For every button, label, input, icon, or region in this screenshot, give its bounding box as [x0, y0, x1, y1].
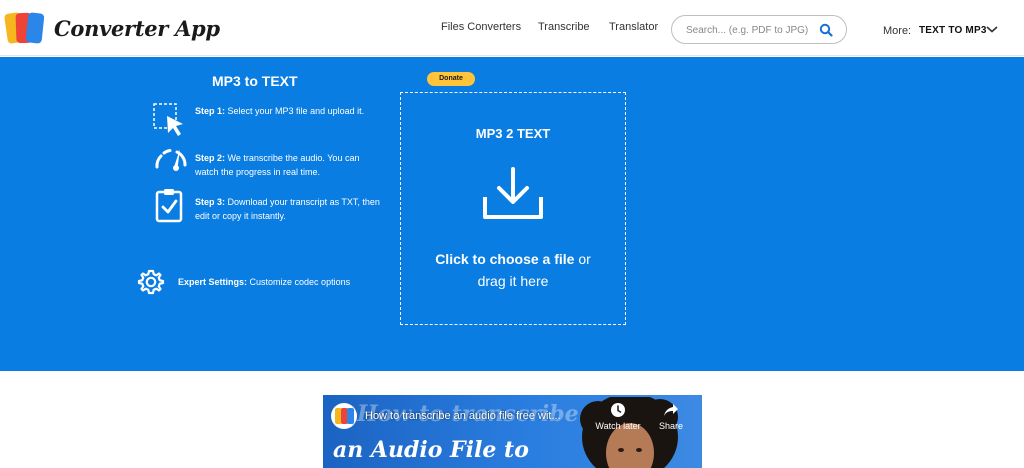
channel-avatar[interactable]: [331, 403, 357, 429]
expert-settings-link[interactable]: Expert Settings: Customize codec options: [178, 277, 350, 287]
step-2: Step 2: We transcribe the audio. You can…: [195, 151, 385, 179]
dropzone-title: MP3 2 TEXT: [475, 126, 551, 141]
app-logo[interactable]: Converter App: [3, 12, 220, 44]
top-header: Converter App Files Converters Transcrib…: [0, 0, 1024, 56]
clock-icon: [611, 403, 625, 417]
step-2-title: Step 2:: [195, 153, 226, 163]
chevron-down-icon[interactable]: [985, 24, 999, 34]
step-3: Step 3: Download your transcript as TXT,…: [195, 195, 385, 223]
step-3-title: Step 3:: [195, 197, 226, 207]
file-dropzone[interactable]: MP3 2 TEXT Click to choose a file or dra…: [400, 92, 626, 325]
watch-later-button[interactable]: Watch later: [591, 402, 645, 431]
share-icon: [664, 404, 678, 416]
search-icon[interactable]: [819, 23, 833, 37]
share-button[interactable]: Share: [644, 402, 698, 431]
logo-mark-icon: [3, 12, 48, 44]
dropzone-or: or: [578, 251, 591, 267]
dropzone-instructions: Click to choose a file or drag it here: [401, 248, 625, 292]
step-1-text: Select your MP3 file and upload it.: [227, 106, 365, 116]
donate-button[interactable]: Donate: [427, 72, 475, 86]
download-icon: [483, 167, 543, 219]
watch-later-label: Watch later: [595, 421, 641, 431]
share-label: Share: [658, 421, 684, 431]
choose-file-link[interactable]: Click to choose a file: [435, 251, 574, 267]
video-embed[interactable]: How to transcribe an Audio File to How t…: [323, 395, 702, 468]
video-title[interactable]: How to transcribe an audio file free wit…: [365, 410, 561, 422]
more-label: More:: [883, 25, 912, 37]
expert-settings-title: Expert Settings:: [178, 277, 248, 287]
search-input[interactable]: [686, 22, 816, 38]
hero-section: MP3 to TEXT Step 1: Select your MP3 file…: [0, 57, 1024, 371]
more-dropdown-value[interactable]: TEXT TO MP3: [919, 25, 987, 36]
cursor-selection-icon: [153, 103, 183, 136]
video-overlay-title-line2: an Audio File to: [333, 437, 529, 463]
search-box: [671, 15, 847, 44]
logo-text: Converter App: [54, 15, 220, 41]
step-1: Step 1: Select your MP3 file and upload …: [195, 104, 385, 118]
dropzone-drag-text: drag it here: [477, 273, 549, 289]
clipboard-check-icon: [155, 189, 183, 223]
page-title: MP3 to TEXT: [212, 73, 298, 89]
gauge-icon: [155, 149, 187, 171]
expert-settings-text: Customize codec options: [249, 277, 351, 287]
nav-transcribe[interactable]: Transcribe: [538, 21, 590, 33]
gear-icon[interactable]: [137, 268, 165, 296]
step-1-title: Step 1:: [195, 106, 226, 116]
nav-translator[interactable]: Translator: [609, 21, 658, 33]
nav-files-converters[interactable]: Files Converters: [441, 21, 521, 33]
